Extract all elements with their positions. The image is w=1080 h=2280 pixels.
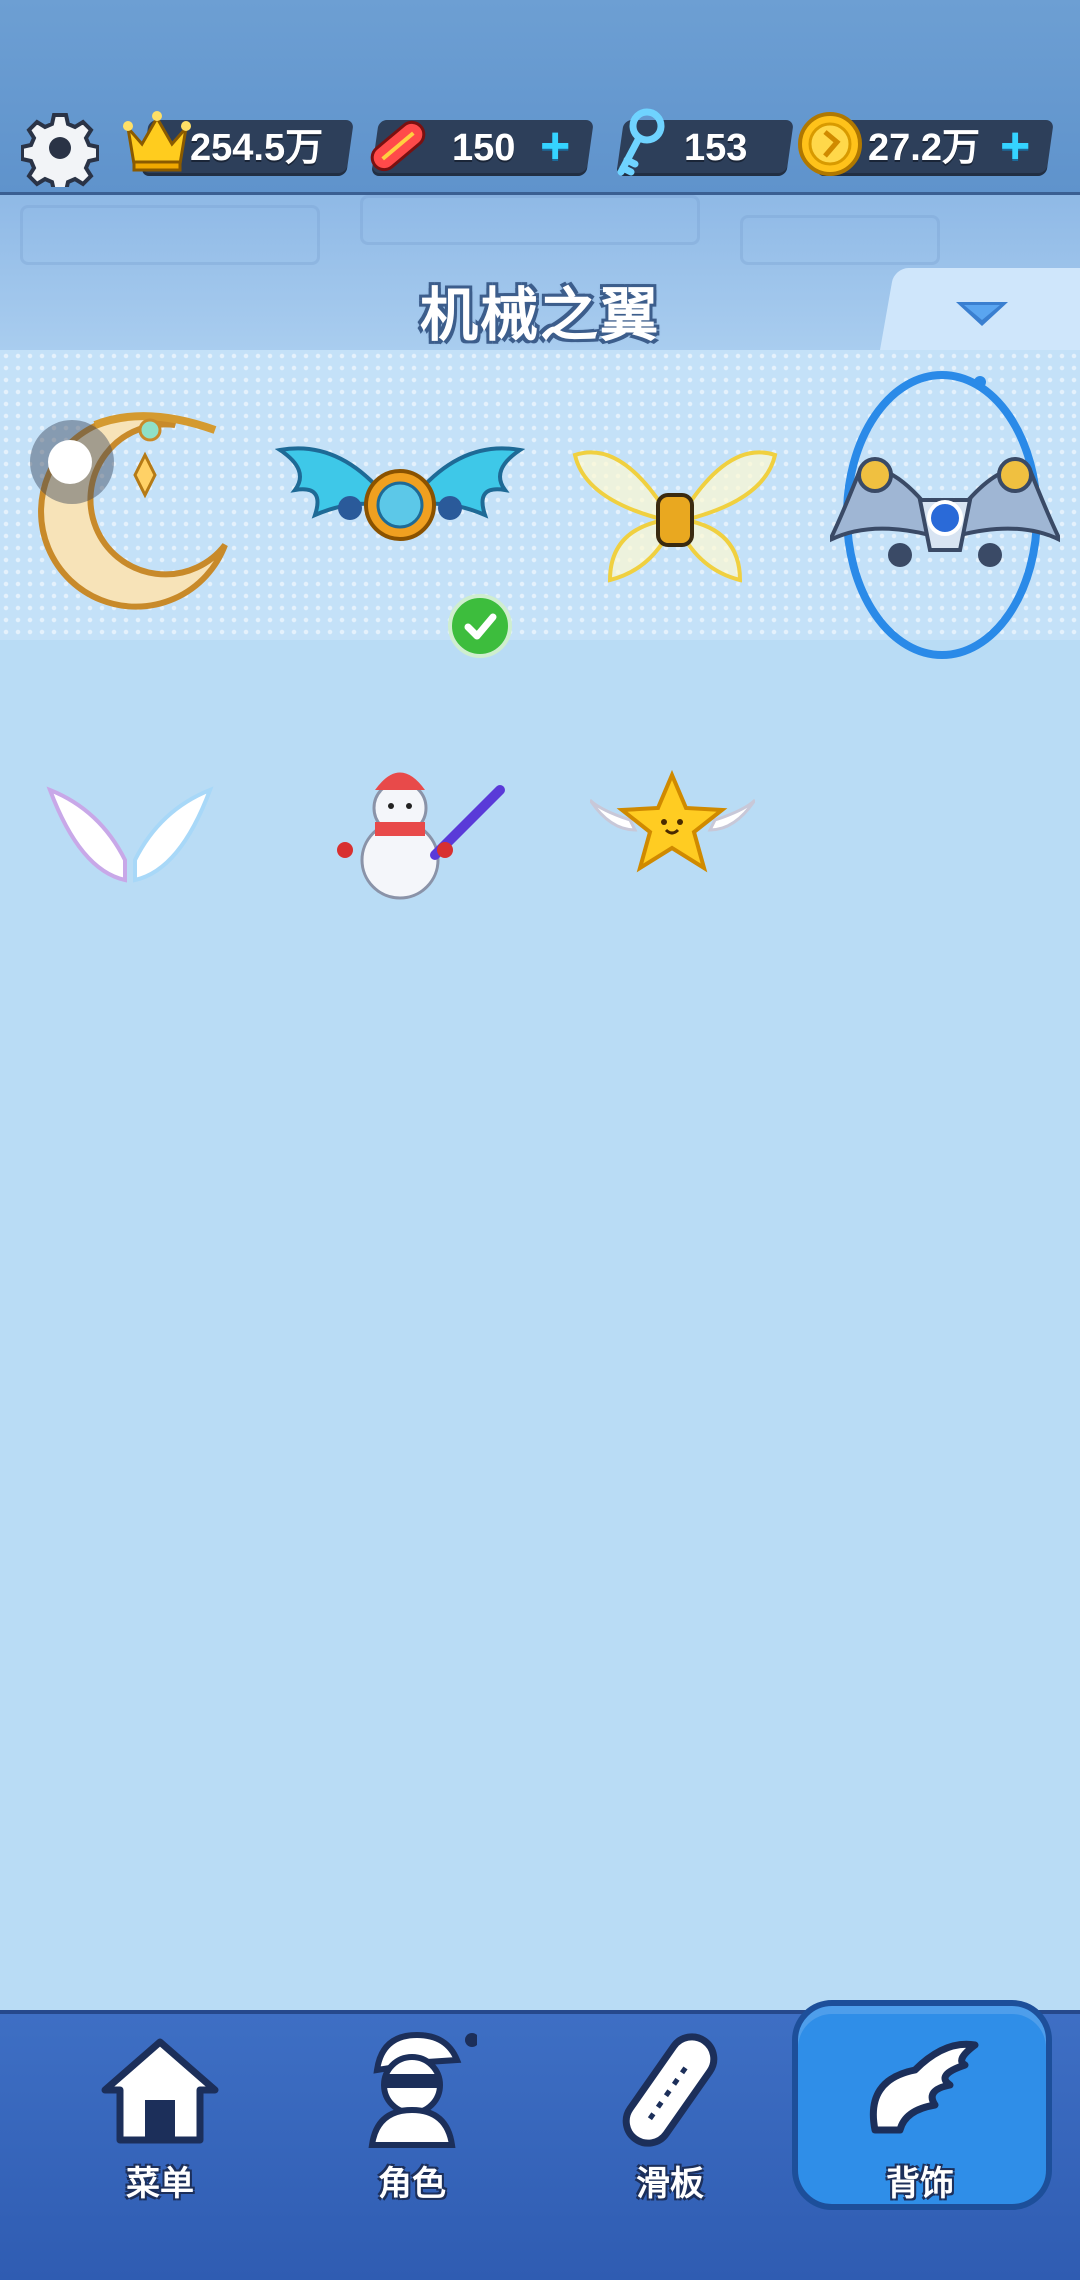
coin-icon [798, 112, 862, 176]
mechanical-wings-icon [830, 457, 1060, 567]
nav-character[interactable]: 角色 [312, 2030, 512, 2210]
snowman-icon [337, 772, 505, 900]
item-snowman[interactable] [325, 760, 515, 900]
wing-icon [869, 2040, 979, 2134]
settings-button[interactable] [18, 106, 102, 190]
preview-toggle[interactable] [30, 420, 114, 504]
add-skateboard-button[interactable]: + [540, 120, 570, 172]
nav-skateboard-label: 滑板 [636, 2165, 704, 2203]
item-mechanical-wings[interactable] [830, 370, 1060, 660]
decor-brick [740, 215, 940, 265]
nav-character-label: 角色 [378, 2165, 446, 2203]
nav-menu[interactable]: 菜单 [60, 2030, 260, 2210]
nav-backpiece-label: 背饰 [886, 2165, 954, 2203]
crown-icon [123, 111, 191, 172]
decor-brick [20, 205, 320, 265]
item-cyan-gear-wings[interactable] [274, 430, 526, 560]
key-value: 153 [684, 127, 748, 169]
angel-wings-icon [46, 786, 214, 883]
character-icon [368, 2031, 477, 2148]
nav-backpiece[interactable]: 背饰 [820, 2030, 1020, 2210]
gear-icon [21, 113, 99, 187]
equipped-check-icon [448, 594, 512, 658]
nav-menu-label: 菜单 [126, 2165, 194, 2203]
item-winged-star[interactable] [588, 769, 757, 880]
skateboard-nav-icon [622, 2033, 718, 2147]
crown-value: 254.5万 [190, 127, 324, 169]
skateboard-value: 150 [452, 127, 516, 169]
item-golden-butterfly-wings[interactable] [570, 440, 780, 590]
chevron-down-icon[interactable] [956, 302, 1008, 326]
home-icon [101, 2038, 219, 2144]
key-icon [617, 108, 665, 176]
coin-value: 27.2万 [868, 127, 980, 169]
add-coin-button[interactable]: + [1000, 120, 1030, 172]
cyan-gear-wings-icon [274, 446, 526, 541]
item-angel-wings[interactable] [40, 780, 220, 890]
skateboard-icon [370, 120, 426, 172]
golden-butterfly-wings-icon [572, 450, 778, 583]
nav-skateboard[interactable]: 滑板 [570, 2030, 770, 2210]
winged-star-icon [588, 769, 757, 873]
resource-bar: 254.5万 150 + 153 27.2万 + [0, 100, 1080, 200]
decor-brick [360, 195, 700, 245]
